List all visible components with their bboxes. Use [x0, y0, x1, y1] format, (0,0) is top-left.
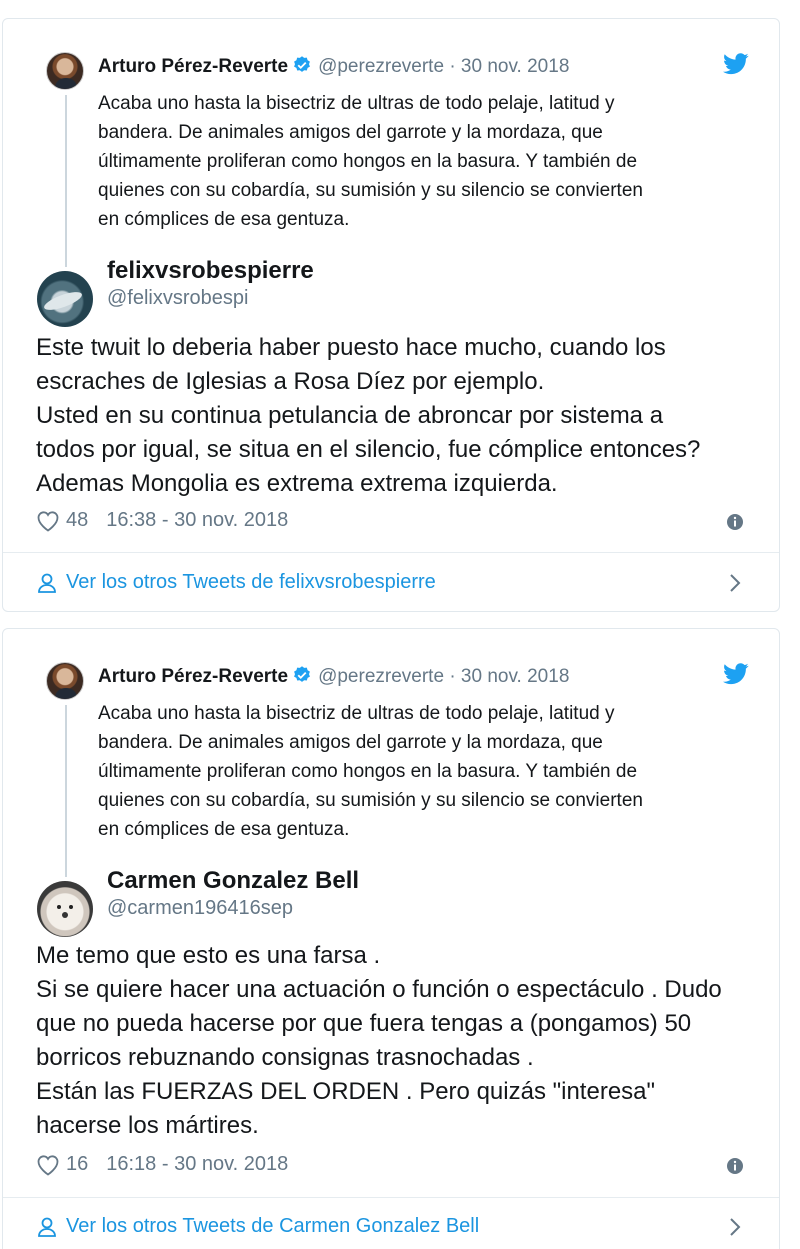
card-divider — [3, 1197, 779, 1198]
twitter-bird-icon[interactable] — [723, 53, 749, 75]
twitter-bird-icon[interactable] — [723, 663, 749, 685]
thread-connector-line — [65, 95, 67, 267]
like-count[interactable]: 16 — [66, 1153, 88, 1176]
embedded-tweet-card: Arturo Pérez-Reverte @perezreverte · 30 n… — [2, 628, 780, 1249]
heart-icon[interactable] — [36, 510, 60, 532]
like-count[interactable]: 48 — [66, 509, 88, 532]
quoted-author-handle[interactable]: @perezreverte — [318, 56, 444, 77]
chevron-right-icon[interactable] — [727, 1216, 743, 1238]
quoted-author-name[interactable]: Arturo Pérez-Reverte — [98, 56, 288, 77]
quoted-author-avatar[interactable] — [46, 52, 84, 90]
tweet-meta: 16 16:18 - 30 nov. 2018 — [36, 1153, 288, 1176]
thread-connector-line — [65, 705, 67, 877]
card-divider — [3, 552, 779, 553]
reply-tweet-text: Este twuit lo deberia haber puesto hace … — [36, 334, 701, 497]
verified-badge-icon — [294, 666, 310, 682]
chevron-right-icon[interactable] — [727, 572, 743, 594]
person-icon — [38, 1217, 56, 1237]
quoted-tweet-text: Acaba uno hasta la bisectriz de ultras d… — [98, 703, 643, 840]
tweet-meta: 48 16:38 - 30 nov. 2018 — [36, 509, 288, 532]
quoted-tweet-date[interactable]: 30 nov. 2018 — [461, 666, 569, 687]
heart-icon[interactable] — [36, 1154, 60, 1176]
reply-author-name[interactable]: Carmen Gonzalez Bell — [107, 867, 359, 895]
tweet-timestamp[interactable]: 16:18 - 30 nov. 2018 — [106, 1153, 288, 1176]
reply-author-avatar[interactable] — [37, 271, 93, 327]
header-separator: · — [449, 666, 456, 687]
header-separator: · — [449, 56, 456, 77]
quoted-tweet-header: Arturo Pérez-Reverte @perezreverte · 30 n… — [98, 665, 569, 688]
quoted-tweet-header: Arturo Pérez-Reverte @perezreverte · 30 n… — [98, 55, 569, 78]
reply-tweet-text: Me temo que esto es una farsa . Si se qu… — [36, 942, 722, 1139]
embedded-tweet-card: Arturo Pérez-Reverte @perezreverte · 30 n… — [2, 18, 780, 612]
quoted-tweet-date[interactable]: 30 nov. 2018 — [461, 56, 569, 77]
info-icon[interactable] — [725, 512, 745, 532]
verified-badge-icon — [294, 56, 310, 72]
reply-author-name[interactable]: felixvsrobespierre — [107, 257, 314, 285]
info-icon[interactable] — [725, 1156, 745, 1176]
reply-author-avatar[interactable] — [37, 881, 93, 937]
more-tweets-label[interactable]: Ver los otros Tweets de Carmen Gonzalez … — [66, 1215, 479, 1238]
more-tweets-link[interactable]: Ver los otros Tweets de Carmen Gonzalez … — [36, 1215, 479, 1238]
reply-author-handle[interactable]: @carmen196416sep — [107, 897, 293, 920]
tweet-timestamp[interactable]: 16:38 - 30 nov. 2018 — [106, 509, 288, 532]
quoted-author-avatar[interactable] — [46, 662, 84, 700]
quoted-author-name[interactable]: Arturo Pérez-Reverte — [98, 666, 288, 687]
more-tweets-link[interactable]: Ver los otros Tweets de felixvsrobespier… — [36, 571, 436, 594]
reply-author-handle[interactable]: @felixvsrobespi — [107, 287, 248, 310]
quoted-tweet-text: Acaba uno hasta la bisectriz de ultras d… — [98, 93, 643, 230]
quoted-author-handle[interactable]: @perezreverte — [318, 666, 444, 687]
person-icon — [38, 573, 56, 593]
more-tweets-label[interactable]: Ver los otros Tweets de felixvsrobespier… — [66, 571, 436, 594]
